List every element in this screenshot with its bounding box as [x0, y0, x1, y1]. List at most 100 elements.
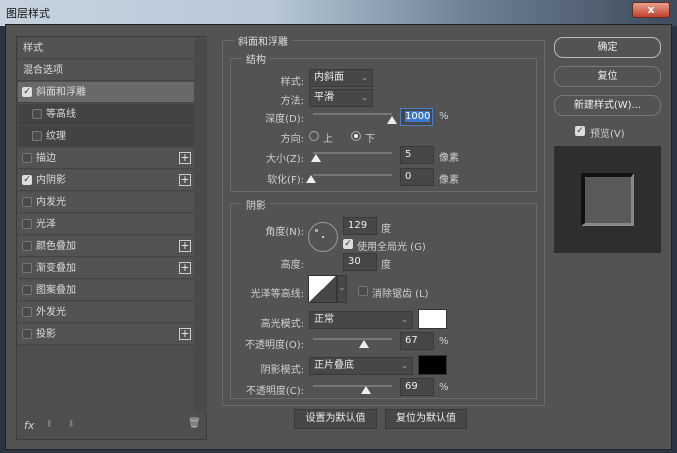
sidebar-item[interactable]: 样式 — [18, 38, 194, 59]
depth-slider[interactable] — [313, 113, 392, 115]
reset-default-button[interactable]: 复位为默认值 — [385, 409, 467, 429]
add-icon[interactable]: + — [179, 152, 191, 164]
sidebar-item[interactable]: 图案叠加 — [18, 280, 194, 301]
shadow-opacity-input[interactable]: 69 — [400, 378, 434, 396]
gloss-contour-preview[interactable] — [308, 275, 337, 303]
fx-icon[interactable]: fx — [24, 419, 34, 432]
add-icon[interactable]: + — [179, 174, 191, 186]
sidebar-item-label: 样式 — [23, 43, 43, 54]
checkbox[interactable] — [22, 329, 32, 339]
ok-button[interactable]: 确定 — [554, 37, 661, 58]
altitude-input[interactable]: 30 — [343, 253, 377, 271]
antialias-checkbox[interactable] — [358, 286, 368, 296]
add-icon[interactable]: + — [179, 328, 191, 340]
sidebar-item-label: 颜色叠加 — [36, 241, 76, 252]
checkbox[interactable] — [22, 285, 32, 295]
antialias-label: 消除锯齿 (L) — [372, 289, 429, 300]
preview-checkbox[interactable]: ✓ — [575, 126, 585, 136]
direction-label: 方向: — [280, 134, 304, 145]
checkbox[interactable] — [22, 241, 32, 251]
checkbox[interactable] — [22, 153, 32, 163]
set-default-button[interactable]: 设置为默认值 — [294, 409, 377, 429]
direction-down-radio[interactable] — [351, 131, 361, 141]
preview-label: 预览(V) — [590, 129, 625, 140]
altitude-label: 高度: — [280, 260, 304, 271]
gloss-contour-label: 光泽等高线: — [250, 289, 304, 300]
sidebar-item-label: 混合选项 — [23, 65, 63, 76]
checkbox[interactable] — [32, 109, 42, 119]
depth-value: 1000 — [405, 111, 431, 122]
sidebar-item[interactable]: 纹理 — [18, 126, 194, 147]
highlight-mode-value: 正常 — [314, 314, 334, 325]
size-input[interactable]: 5 — [400, 146, 434, 164]
checkbox[interactable] — [22, 197, 32, 207]
checkbox[interactable]: ✓ — [22, 175, 32, 185]
sidebar-item[interactable]: 颜色叠加 + — [18, 236, 194, 257]
add-icon[interactable]: + — [179, 262, 191, 274]
chevron-down-icon: ⌄ — [401, 315, 408, 324]
chevron-down-icon: ⌄ — [361, 93, 368, 102]
method-select[interactable]: 平滑 ⌄ — [309, 89, 373, 107]
scrollbar[interactable] — [194, 37, 207, 413]
sidebar-item-label: 外发光 — [36, 307, 66, 318]
shadow-opacity-slider[interactable] — [313, 385, 392, 387]
style-value: 内斜面 — [314, 72, 344, 83]
highlight-opacity-thumb[interactable] — [359, 340, 369, 348]
sidebar-item-label: 斜面和浮雕 — [36, 87, 86, 98]
sidebar-item[interactable]: 光泽 — [18, 214, 194, 235]
sidebar-item-label: 图案叠加 — [36, 285, 76, 296]
sidebar-item[interactable]: 投影 + — [18, 324, 194, 345]
size-slider[interactable] — [313, 152, 392, 154]
shadow-opacity-thumb[interactable] — [361, 386, 371, 394]
checkbox[interactable] — [22, 307, 32, 317]
altitude-unit: 度 — [381, 260, 391, 271]
sidebar-item-label: 描边 — [36, 153, 56, 164]
checkbox[interactable] — [22, 219, 32, 229]
size-label: 大小(Z): — [265, 154, 304, 165]
move-down-icon[interactable]: ⬇ — [67, 419, 75, 430]
add-icon[interactable]: + — [179, 240, 191, 252]
close-button[interactable]: x — [632, 2, 670, 18]
sidebar-item[interactable]: ✓ 内阴影 + — [18, 170, 194, 191]
sidebar-item[interactable]: 描边 + — [18, 148, 194, 169]
chevron-down-icon[interactable]: ⌄ — [337, 275, 347, 303]
sidebar-item[interactable]: 外发光 — [18, 302, 194, 323]
new-style-button[interactable]: 新建样式(W)... — [554, 95, 661, 116]
soften-slider[interactable] — [313, 174, 392, 176]
style-preview — [554, 146, 661, 253]
direction-up-label: 上 — [323, 134, 333, 145]
shadow-mode-value: 正片叠底 — [314, 360, 354, 371]
highlight-opacity-input[interactable]: 67 — [400, 332, 434, 350]
chevron-down-icon: ⌄ — [361, 73, 368, 82]
soften-slider-thumb[interactable] — [306, 175, 316, 183]
sidebar-item-label: 纹理 — [46, 131, 66, 142]
size-slider-thumb[interactable] — [311, 154, 321, 162]
sidebar-item[interactable]: ✓ 斜面和浮雕 — [18, 82, 194, 103]
window-title: 图层样式 — [6, 7, 50, 20]
shadow-color-swatch[interactable] — [418, 355, 447, 375]
depth-slider-thumb[interactable] — [387, 116, 397, 124]
sidebar-item[interactable]: 内发光 — [18, 192, 194, 213]
sidebar-item[interactable]: 等高线 — [18, 104, 194, 125]
direction-up-radio[interactable] — [309, 131, 319, 141]
checkbox[interactable]: ✓ — [22, 87, 32, 97]
trash-icon[interactable]: 🗑 — [188, 418, 201, 429]
shadow-mode-label: 阴影模式: — [260, 365, 304, 376]
sidebar-item[interactable]: 渐变叠加 + — [18, 258, 194, 279]
style-select[interactable]: 内斜面 ⌄ — [309, 69, 373, 87]
shading-title: 阴影 — [242, 197, 270, 212]
sidebar-item[interactable]: 混合选项 — [18, 60, 194, 81]
depth-input[interactable]: 1000 — [400, 108, 433, 126]
checkbox[interactable] — [22, 263, 32, 273]
shadow-mode-select[interactable]: 正片叠底 ⌄ — [309, 357, 413, 375]
checkbox[interactable] — [32, 131, 42, 141]
move-up-icon[interactable]: ⬆ — [45, 419, 53, 430]
angle-dial[interactable] — [308, 222, 338, 252]
highlight-mode-select[interactable]: 正常 ⌄ — [309, 311, 413, 329]
reset-button[interactable]: 复位 — [554, 66, 661, 87]
soften-input[interactable]: 0 — [400, 168, 434, 186]
global-light-checkbox[interactable]: ✓ — [343, 239, 353, 249]
highlight-color-swatch[interactable] — [418, 309, 447, 329]
angle-input[interactable]: 129 — [343, 217, 377, 235]
highlight-opacity-slider[interactable] — [313, 338, 392, 340]
